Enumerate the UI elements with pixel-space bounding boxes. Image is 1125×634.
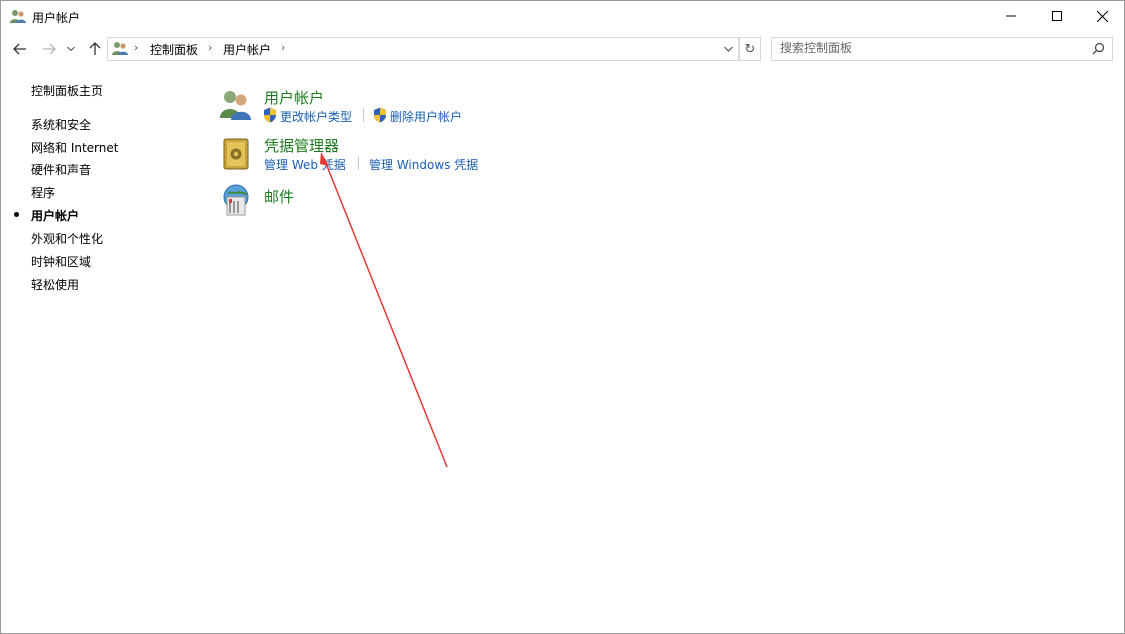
up-button[interactable] <box>85 39 105 59</box>
arrow-up-icon <box>89 42 101 55</box>
minimize-icon <box>1006 15 1016 17</box>
refresh-icon: ↻ <box>744 41 756 57</box>
address-bar[interactable]: › 控制面板 › 用户帐户 › <box>107 37 739 61</box>
sidebar-item-ease-of-access[interactable]: 轻松使用 <box>31 276 79 293</box>
sidebar-control-panel-home[interactable]: 控制面板主页 <box>31 82 103 99</box>
chevron-down-icon <box>723 46 733 52</box>
window-title: 用户帐户 <box>32 11 81 25</box>
shield-icon <box>264 107 276 123</box>
breadcrumb-control-panel[interactable]: 控制面板 <box>150 41 198 58</box>
category-title-credential-manager[interactable]: 凭据管理器 <box>264 135 339 156</box>
close-button[interactable] <box>1079 1 1125 31</box>
breadcrumb-separator-icon[interactable]: › <box>281 41 285 54</box>
breadcrumb-separator-icon: › <box>134 41 139 54</box>
users-icon[interactable] <box>219 87 253 121</box>
arrow-right-icon <box>43 43 56 55</box>
link-remove-user-accounts[interactable]: 删除用户帐户 <box>390 108 462 125</box>
forward-button[interactable] <box>39 39 59 59</box>
arrow-left-icon <box>13 43 26 55</box>
link-manage-windows-credentials[interactable]: 管理 Windows 凭据 <box>369 156 478 173</box>
sidebar-item-appearance[interactable]: 外观和个性化 <box>31 230 103 247</box>
sidebar-item-programs[interactable]: 程序 <box>31 184 55 201</box>
breadcrumb-separator-icon[interactable]: › <box>208 41 212 54</box>
close-icon <box>1096 10 1108 22</box>
address-dropdown-button[interactable] <box>719 39 737 59</box>
maximize-button[interactable] <box>1034 1 1080 31</box>
category-title-user-accounts[interactable]: 用户帐户 <box>264 87 324 108</box>
title-bar[interactable]: 用户帐户 <box>1 1 1124 31</box>
link-divider <box>363 108 364 122</box>
users-icon <box>112 42 128 55</box>
breadcrumb-user-accounts[interactable]: 用户帐户 <box>223 41 271 58</box>
sidebar-item-user-accounts: 用户帐户 <box>31 209 80 223</box>
sidebar-item-clock-region[interactable]: 时钟和区域 <box>31 253 91 270</box>
search-input[interactable] <box>780 40 1080 56</box>
search-icon[interactable] <box>1092 42 1105 55</box>
selected-bullet-icon <box>14 212 19 217</box>
shield-icon <box>374 107 386 123</box>
recent-locations-button[interactable] <box>64 39 78 59</box>
back-button[interactable] <box>10 39 30 59</box>
search-box[interactable] <box>771 37 1113 61</box>
window: 用户帐户 › 控制面板 › 用户帐户 › ↻ 搜索控制面板 控制面板主页 系统和… <box>0 0 1125 634</box>
sidebar-item-system-security[interactable]: 系统和安全 <box>31 116 91 133</box>
link-divider <box>358 156 359 170</box>
link-change-account-type[interactable]: 更改帐户类型 <box>280 108 352 125</box>
link-manage-web-credentials[interactable]: 管理 Web 凭据 <box>264 156 346 173</box>
maximize-icon <box>1052 11 1062 21</box>
mail-icon[interactable] <box>219 183 253 217</box>
sidebar-item-network-internet[interactable]: 网络和 Internet <box>31 139 118 156</box>
vault-icon[interactable] <box>219 137 253 171</box>
users-icon <box>10 10 26 23</box>
chevron-down-icon <box>67 46 75 52</box>
minimize-button[interactable] <box>988 1 1034 31</box>
sidebar-item-hardware-sound[interactable]: 硬件和声音 <box>31 161 91 178</box>
refresh-button[interactable]: ↻ <box>739 37 761 61</box>
category-title-mail[interactable]: 邮件 <box>264 186 294 207</box>
